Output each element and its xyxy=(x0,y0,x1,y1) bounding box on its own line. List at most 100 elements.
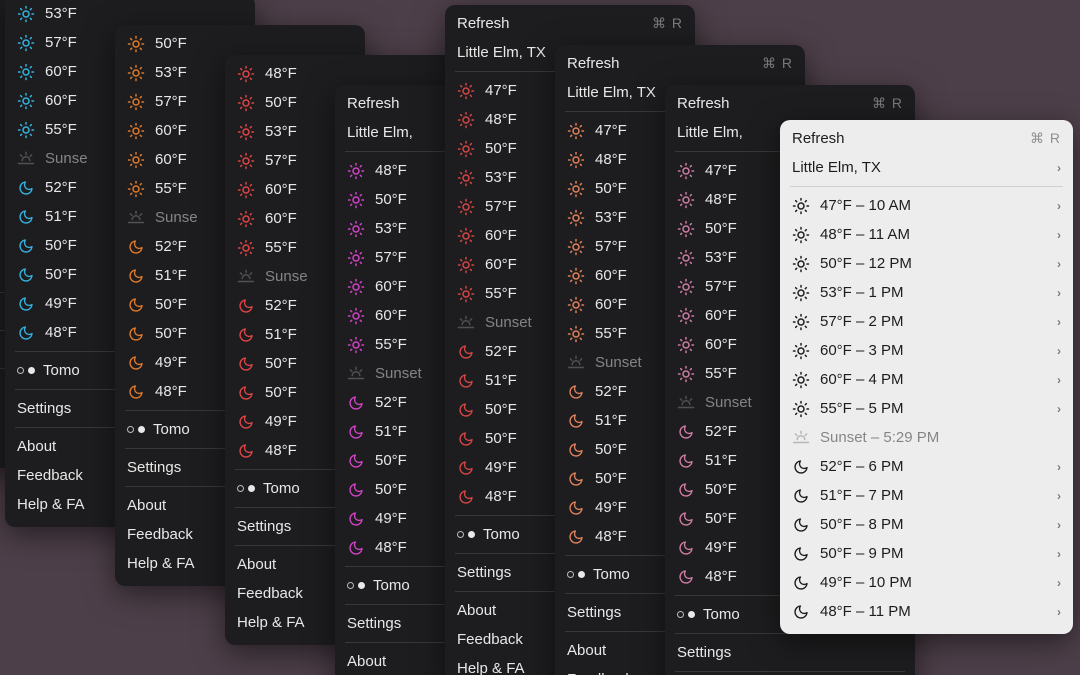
hourly-row[interactable]: 52°F – 6 PM› xyxy=(780,452,1073,481)
sun-icon xyxy=(237,210,255,228)
moon-icon xyxy=(792,546,810,562)
refresh-label: Refresh xyxy=(567,55,752,72)
page-dots xyxy=(457,531,475,538)
sun-icon xyxy=(792,400,810,418)
hourly-row[interactable]: 48°F – 11 AM› xyxy=(780,220,1073,249)
refresh-item[interactable]: Refresh⌘ R xyxy=(665,89,915,118)
stage: { "refresh_label": "Refresh", "refresh_s… xyxy=(0,0,1080,675)
refresh-label: Refresh xyxy=(457,15,642,32)
tomorrow-label: Tomo xyxy=(703,606,740,623)
moon-icon xyxy=(677,511,695,527)
moon-icon xyxy=(457,460,475,476)
sun-icon xyxy=(347,162,365,180)
hour-label: 60°F – 4 PM xyxy=(820,371,1041,388)
moon-icon xyxy=(567,529,585,545)
refresh-item[interactable]: Refresh⌘ R xyxy=(555,49,805,78)
sun-icon xyxy=(347,249,365,267)
sun-icon xyxy=(457,111,475,129)
sun-icon xyxy=(347,278,365,296)
location-item[interactable]: Little Elm, TX› xyxy=(780,153,1073,182)
sun-icon xyxy=(567,151,585,169)
sun-icon xyxy=(677,278,695,296)
page-dots xyxy=(347,582,365,589)
sun-icon xyxy=(457,82,475,100)
chevron-right-icon: › xyxy=(1057,605,1061,619)
sun-icon xyxy=(237,123,255,141)
hour-label: 53°F – 1 PM xyxy=(820,284,1041,301)
sunset-icon xyxy=(457,314,475,332)
sun-icon xyxy=(677,307,695,325)
sun-icon xyxy=(237,65,255,83)
moon-icon xyxy=(567,442,585,458)
hourly-row[interactable]: 50°F xyxy=(115,29,365,58)
chevron-right-icon: › xyxy=(1057,228,1061,242)
sunset-icon xyxy=(792,429,810,447)
sun-icon xyxy=(792,371,810,389)
page-dots xyxy=(237,485,255,492)
sun-icon xyxy=(347,191,365,209)
sun-icon xyxy=(237,181,255,199)
moon-icon xyxy=(347,482,365,498)
sun-icon xyxy=(347,336,365,354)
hourly-row[interactable]: 55°F – 5 PM› xyxy=(780,394,1073,423)
sun-icon xyxy=(237,239,255,257)
moon-icon xyxy=(127,239,145,255)
hourly-row[interactable]: 60°F – 3 PM› xyxy=(780,336,1073,365)
hour-label: 50°F xyxy=(155,35,353,52)
tomorrow-label: Tomo xyxy=(373,577,410,594)
moon-icon xyxy=(792,517,810,533)
sun-icon xyxy=(237,152,255,170)
hourly-row[interactable]: 48°F xyxy=(225,59,475,88)
refresh-item[interactable]: Refresh⌘ R xyxy=(445,9,695,38)
sun-icon xyxy=(567,180,585,198)
moon-icon xyxy=(457,402,475,418)
moon-icon xyxy=(457,344,475,360)
settings-item[interactable]: Settings xyxy=(665,638,915,667)
chevron-right-icon: › xyxy=(1057,286,1061,300)
page-dots xyxy=(127,426,145,433)
hourly-row[interactable]: 49°F – 10 PM› xyxy=(780,568,1073,597)
hourly-row[interactable]: 48°F – 11 PM › xyxy=(780,597,1073,626)
refresh-label: Refresh xyxy=(677,95,862,112)
moon-icon xyxy=(347,453,365,469)
hour-label: 47°F – 10 AM xyxy=(820,197,1041,214)
moon-icon xyxy=(567,413,585,429)
moon-icon xyxy=(792,488,810,504)
hour-label: 49°F – 10 PM xyxy=(820,574,1041,591)
sunset-icon xyxy=(237,268,255,286)
separator xyxy=(790,186,1063,187)
sun-icon xyxy=(677,162,695,180)
hour-label: 53°F xyxy=(45,5,243,22)
sun-icon xyxy=(17,34,35,52)
moon-icon xyxy=(347,540,365,556)
moon-icon xyxy=(792,604,810,620)
chevron-right-icon: › xyxy=(1057,547,1061,561)
hourly-row[interactable]: 53°F – 1 PM › xyxy=(780,278,1073,307)
hour-label: 48°F – 11 PM xyxy=(820,603,1041,620)
moon-icon xyxy=(457,489,475,505)
refresh-item[interactable]: Refresh⌘ R xyxy=(780,124,1073,153)
page-dots xyxy=(677,611,695,618)
hourly-row[interactable]: 51°F – 7 PM› xyxy=(780,481,1073,510)
hour-label: 57°F – 2 PM xyxy=(820,313,1041,330)
sun-icon xyxy=(457,140,475,158)
sun-icon xyxy=(677,249,695,267)
moon-icon xyxy=(237,385,255,401)
moon-icon xyxy=(677,540,695,556)
moon-icon xyxy=(792,459,810,475)
hourly-row[interactable]: 60°F – 4 PM› xyxy=(780,365,1073,394)
sun-icon xyxy=(567,296,585,314)
weather-panel: Refresh⌘ RLittle Elm, TX›47°F – 10 AM›48… xyxy=(780,120,1073,634)
hourly-row[interactable]: 50°F – 12 PM› xyxy=(780,249,1073,278)
hourly-row[interactable]: 47°F – 10 AM› xyxy=(780,191,1073,220)
sun-icon xyxy=(17,92,35,110)
hourly-row[interactable]: 57°F – 2 PM› xyxy=(780,307,1073,336)
hourly-row[interactable]: 53°F xyxy=(5,0,255,28)
moon-icon xyxy=(127,297,145,313)
moon-icon xyxy=(457,431,475,447)
moon-icon xyxy=(567,500,585,516)
hourly-row[interactable]: 50°F – 9 PM› xyxy=(780,539,1073,568)
sun-icon xyxy=(792,313,810,331)
moon-icon xyxy=(17,325,35,341)
hourly-row[interactable]: 50°F – 8 PM› xyxy=(780,510,1073,539)
